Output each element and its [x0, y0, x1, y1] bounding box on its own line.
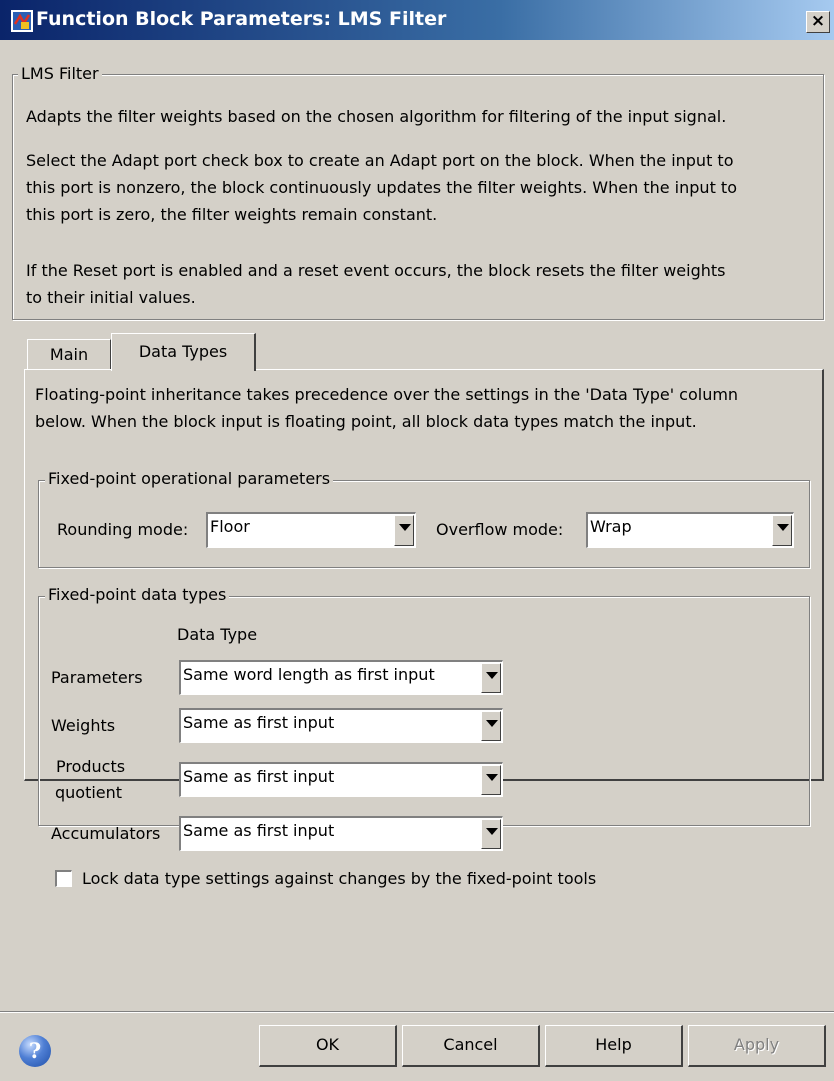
tab-data-types[interactable]: Data Types	[111, 333, 256, 371]
tab-label: Main	[49, 345, 89, 364]
accumulators-data-type-value: Same as first input	[183, 821, 335, 840]
apply-button[interactable]: Apply	[688, 1025, 826, 1067]
overflow-mode-value: Wrap	[590, 517, 632, 536]
close-button[interactable]: ×	[806, 11, 830, 33]
ok-button-label: OK	[315, 1035, 340, 1054]
window-title: Function Block Parameters: LMS Filter	[36, 8, 447, 30]
parameters-data-type-value: Same word length as first input	[183, 665, 435, 684]
cancel-button[interactable]: Cancel	[402, 1025, 540, 1067]
intro-text: Floating-point inheritance takes precede…	[35, 385, 739, 404]
weights-label: Weights	[51, 716, 116, 735]
weights-data-type-select[interactable]: Same as first input	[179, 708, 503, 743]
chevron-down-icon[interactable]	[481, 819, 501, 849]
rounding-mode-label: Rounding mode:	[57, 520, 189, 539]
chevron-down-icon[interactable]	[481, 711, 501, 741]
products-quotient-label: Products	[56, 757, 126, 776]
description-text: this port is zero, the filter weights re…	[26, 205, 438, 224]
products-quotient-data-type-select[interactable]: Same as first input	[179, 762, 503, 797]
cancel-button-label: Cancel	[443, 1035, 498, 1054]
description-text: If the Reset port is enabled and a reset…	[26, 261, 726, 280]
tab-label: Data Types	[138, 342, 228, 361]
products-quotient-label: quotient	[55, 783, 123, 802]
chevron-down-icon[interactable]	[394, 515, 414, 546]
question-mark-icon[interactable]: ?	[19, 1035, 51, 1067]
help-button[interactable]: Help	[545, 1025, 683, 1067]
accumulators-data-type-select[interactable]: Same as first input	[179, 816, 503, 851]
close-icon: ×	[810, 11, 826, 31]
tab-main[interactable]: Main	[27, 339, 111, 369]
rounding-mode-select[interactable]: Floor	[206, 512, 416, 548]
description-legend: LMS Filter	[18, 64, 102, 83]
parameters-label: Parameters	[51, 668, 143, 687]
ok-button[interactable]: OK	[259, 1025, 397, 1067]
operational-params-legend: Fixed-point operational parameters	[45, 469, 334, 488]
data-type-column-header: Data Type	[177, 625, 258, 644]
separator	[0, 1011, 834, 1013]
description-text: Adapts the filter weights based on the c…	[26, 107, 727, 126]
chevron-down-icon[interactable]	[772, 515, 792, 546]
description-text: to their initial values.	[26, 288, 196, 307]
lock-data-type-checkbox[interactable]	[55, 870, 72, 887]
overflow-mode-label: Overflow mode:	[436, 520, 564, 539]
description-text: this port is nonzero, the block continuo…	[26, 178, 737, 197]
chevron-down-icon[interactable]	[481, 765, 501, 795]
accumulators-label: Accumulators	[51, 824, 161, 843]
apply-button-label: Apply	[733, 1035, 780, 1054]
help-button-label: Help	[595, 1035, 632, 1054]
weights-data-type-value: Same as first input	[183, 713, 335, 732]
data-types-legend: Fixed-point data types	[45, 585, 230, 604]
intro-text: below. When the block input is floating …	[35, 412, 697, 431]
title-bar: Function Block Parameters: LMS Filter ×	[0, 0, 834, 40]
chevron-down-icon[interactable]	[481, 663, 501, 693]
simulink-block-icon	[11, 10, 33, 32]
lock-data-type-label: Lock data type settings against changes …	[82, 869, 597, 888]
parameters-data-type-select[interactable]: Same word length as first input	[179, 660, 503, 695]
description-text: Select the Adapt port check box to creat…	[26, 151, 734, 170]
rounding-mode-value: Floor	[210, 517, 250, 536]
overflow-mode-select[interactable]: Wrap	[586, 512, 794, 548]
products-quotient-data-type-value: Same as first input	[183, 767, 335, 786]
